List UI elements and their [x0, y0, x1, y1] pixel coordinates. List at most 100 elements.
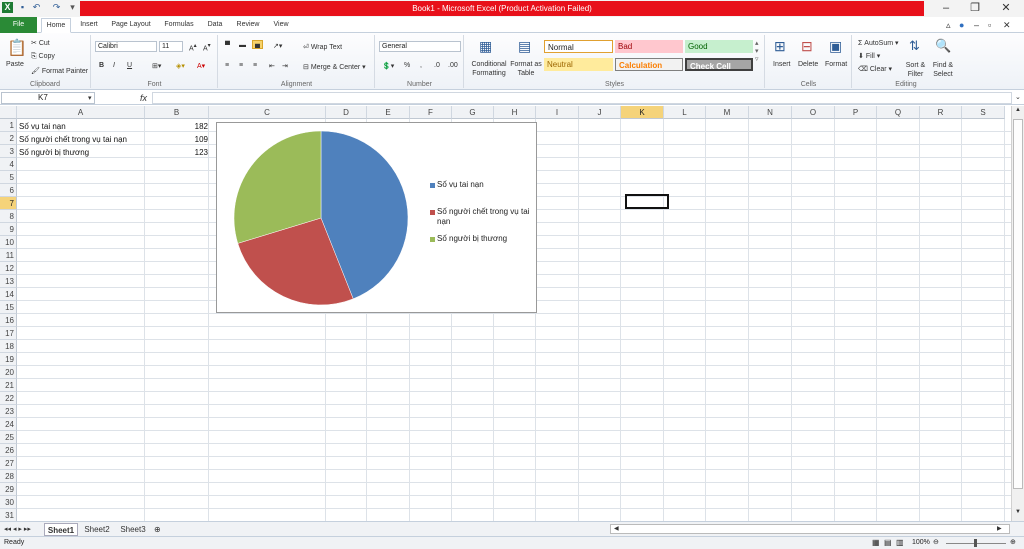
column-header-c[interactable]: C [209, 106, 326, 119]
autosum-button[interactable]: Σ AutoSum ▾ [858, 39, 899, 47]
font-color-icon[interactable]: A▾ [197, 62, 205, 70]
page-break-view-icon[interactable]: ▥ [896, 537, 904, 549]
row-header-12[interactable]: 12 [0, 262, 17, 275]
row-header-3[interactable]: 3 [0, 145, 17, 158]
workbook-restore-icon[interactable]: ▫ [988, 20, 991, 30]
minimize-ribbon-icon[interactable]: ▵ [946, 20, 951, 31]
copy-button[interactable]: ⎘ Copy [31, 53, 55, 61]
paste-button[interactable]: Paste [6, 61, 24, 68]
column-header-n[interactable]: N [749, 106, 792, 119]
row-header-26[interactable]: 26 [0, 444, 17, 457]
tab-view[interactable]: View [268, 18, 294, 33]
align-bottom-icon[interactable]: ▄ [252, 40, 263, 49]
tab-data[interactable]: Data [202, 18, 228, 33]
style-neutral[interactable]: Neutral [544, 58, 613, 71]
redo-icon[interactable]: ↷ [51, 2, 62, 13]
accounting-format-icon[interactable]: 💲▾ [382, 62, 394, 70]
column-header-b[interactable]: B [145, 106, 209, 119]
row-header-19[interactable]: 19 [0, 353, 17, 366]
zoom-level[interactable]: 100% [912, 537, 930, 549]
paste-icon[interactable]: 📋 [7, 38, 27, 58]
conditional-formatting-icon[interactable]: ▦ [479, 38, 492, 55]
scroll-left-icon[interactable]: ◀ [614, 523, 619, 536]
conditional-formatting-button[interactable]: Conditional Formatting [469, 60, 509, 78]
align-middle-icon[interactable]: ▬ [239, 42, 246, 49]
vertical-scroll-thumb[interactable] [1013, 119, 1023, 489]
style-bad[interactable]: Bad [615, 40, 683, 53]
row-header-15[interactable]: 15 [0, 301, 17, 314]
row-header-8[interactable]: 8 [0, 210, 17, 223]
align-left-icon[interactable]: ≡ [225, 62, 229, 69]
row-header-11[interactable]: 11 [0, 249, 17, 262]
column-header-d[interactable]: D [326, 106, 367, 119]
number-format-select[interactable]: General [379, 41, 461, 52]
merge-center-button[interactable]: ⊟ Merge & Center ▾ [303, 63, 366, 71]
formula-input[interactable] [152, 92, 1012, 104]
cell-a2[interactable]: Số người chết trong vụ tai nạn [19, 133, 127, 146]
insert-button[interactable]: Insert [773, 61, 791, 68]
row-header-23[interactable]: 23 [0, 405, 17, 418]
column-header-r[interactable]: R [920, 106, 962, 119]
cell-b2[interactable]: 109 [146, 133, 208, 146]
insert-cells-icon[interactable]: ⊞ [774, 38, 786, 55]
save-icon[interactable]: ▪ [17, 2, 28, 13]
delete-button[interactable]: Delete [798, 61, 818, 68]
cut-button[interactable]: ✂ Cut [31, 39, 50, 47]
undo-icon[interactable]: ↶ [31, 2, 42, 13]
close-button[interactable]: ✕ [993, 0, 1019, 17]
name-box[interactable]: K7 [1, 92, 95, 104]
cell-a1[interactable]: Số vụ tai nạn [19, 120, 66, 133]
scroll-right-icon[interactable]: ▶ [997, 523, 1002, 536]
font-size-select[interactable]: 11 [159, 41, 183, 52]
style-calculation[interactable]: Calculation [615, 58, 683, 71]
select-all-corner[interactable] [0, 106, 17, 119]
cell-b3[interactable]: 123 [146, 146, 208, 159]
column-header-g[interactable]: G [452, 106, 494, 119]
clear-button[interactable]: ⌫ Clear ▾ [858, 65, 892, 73]
shrink-font-button[interactable]: A▾ [203, 43, 211, 52]
cell-b1[interactable]: 182 [146, 120, 208, 133]
column-header-i[interactable]: I [536, 106, 579, 119]
column-header-s[interactable]: S [962, 106, 1005, 119]
sort-filter-icon[interactable]: ⇅ [909, 38, 920, 54]
workbook-close-icon[interactable]: ✕ [1003, 20, 1011, 31]
row-header-31[interactable]: 31 [0, 509, 17, 521]
sort-filter-button[interactable]: Sort & Filter [903, 61, 928, 79]
fill-button[interactable]: ⬇ Fill ▾ [858, 52, 880, 60]
row-header-20[interactable]: 20 [0, 366, 17, 379]
column-header-a[interactable]: A [17, 106, 145, 119]
row-header-27[interactable]: 27 [0, 457, 17, 470]
underline-button[interactable]: U [127, 62, 132, 69]
decrease-decimal-icon[interactable]: .00 [448, 62, 458, 69]
restore-button[interactable]: ❐ [962, 0, 988, 17]
sheet-tab-sheet3[interactable]: Sheet3 [118, 523, 148, 536]
row-header-16[interactable]: 16 [0, 314, 17, 327]
scroll-up-icon[interactable]: ▲ [1015, 107, 1021, 113]
sheet-nav-icons[interactable]: ◂◂ ◂ ▸ ▸▸ [4, 523, 31, 536]
row-header-30[interactable]: 30 [0, 496, 17, 509]
percent-button[interactable]: % [404, 62, 410, 69]
style-normal[interactable]: Normal [544, 40, 613, 53]
column-header-j[interactable]: J [579, 106, 621, 119]
styles-scroll-icon[interactable]: ▴ ▾ ▿ [755, 39, 759, 63]
increase-indent-icon[interactable]: ⇥ [282, 62, 288, 70]
zoom-out-icon[interactable]: ⊖ [933, 537, 939, 549]
column-header-q[interactable]: Q [877, 106, 920, 119]
horizontal-scrollbar[interactable] [610, 524, 1010, 534]
tab-file[interactable]: File [0, 17, 37, 33]
italic-button[interactable]: I [113, 62, 115, 69]
align-center-icon[interactable]: ≡ [239, 62, 243, 69]
format-cells-icon[interactable]: ▣ [829, 38, 842, 55]
row-header-10[interactable]: 10 [0, 236, 17, 249]
selected-cell-k7[interactable] [625, 194, 669, 209]
style-check-cell[interactable]: Check Cell [685, 58, 753, 71]
row-header-7[interactable]: 7 [0, 197, 17, 210]
tab-home[interactable]: Home [41, 18, 71, 33]
align-top-icon[interactable]: ▀ [225, 42, 230, 49]
insert-sheet-icon[interactable]: ⊕ [154, 523, 161, 536]
expand-formula-bar-icon[interactable]: ⌄ [1015, 93, 1021, 101]
minimize-button[interactable]: ‒ [933, 0, 959, 17]
row-header-17[interactable]: 17 [0, 327, 17, 340]
row-header-4[interactable]: 4 [0, 158, 17, 171]
row-header-5[interactable]: 5 [0, 171, 17, 184]
